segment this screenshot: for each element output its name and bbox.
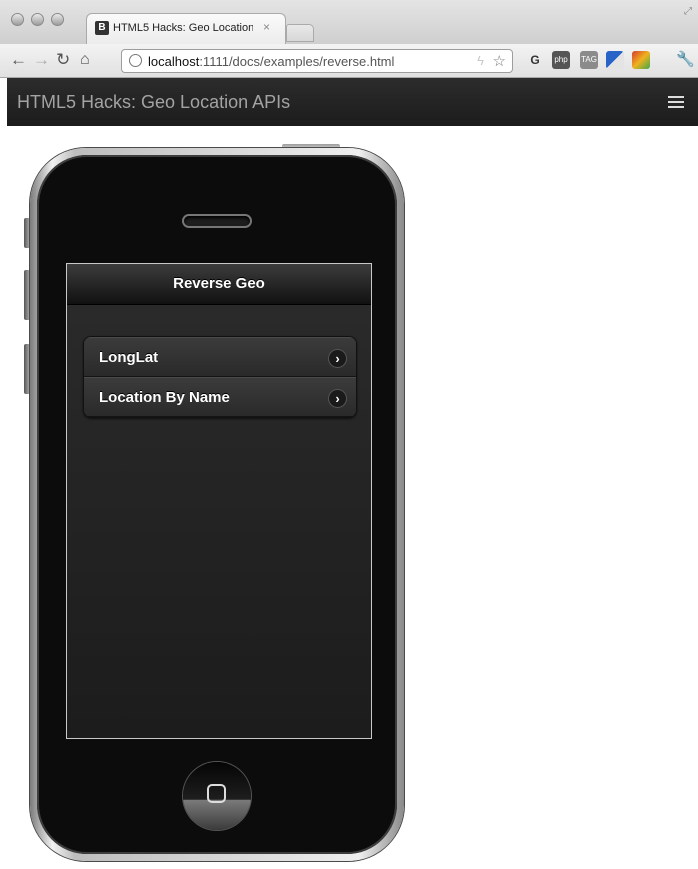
list-item-label: LongLat — [99, 349, 159, 366]
wrench-icon[interactable]: 🔧 — [676, 51, 695, 69]
fullscreen-icon[interactable]: ⤢ — [684, 6, 692, 17]
browser-tabstrip: B HTML5 Hacks: Geo Location × ⤢ — [0, 0, 698, 45]
forward-icon[interactable]: → — [33, 50, 50, 70]
phone-speaker — [184, 216, 250, 226]
google-extension-icon[interactable]: G — [526, 51, 544, 69]
chevron-right-icon: › — [329, 350, 346, 367]
close-window-button[interactable] — [11, 13, 24, 26]
chevron-right-icon: › — [329, 390, 346, 407]
browser-tab[interactable]: B HTML5 Hacks: Geo Location × — [86, 13, 286, 44]
hamburger-menu-icon[interactable] — [668, 96, 684, 108]
tab-title: HTML5 Hacks: Geo Location — [113, 22, 253, 34]
delicious-extension-icon[interactable] — [606, 51, 624, 69]
url-text[interactable]: localhost:1111/docs/examples/reverse.htm… — [148, 54, 394, 69]
phone-home-button — [183, 762, 251, 830]
star-icon[interactable]: ☆ — [493, 52, 506, 70]
page-info-icon[interactable] — [129, 54, 142, 67]
phone-screen: Reverse Geo LongLat › Location By Name › — [66, 263, 372, 739]
app-content: LongLat › Location By Name › — [67, 305, 371, 738]
menu-list: LongLat › Location By Name › — [83, 336, 357, 418]
list-item-label: Location By Name — [99, 389, 230, 406]
tab-close-icon[interactable]: × — [263, 20, 270, 34]
new-tab-button[interactable] — [286, 24, 314, 42]
list-item-location-by-name[interactable]: Location By Name › — [84, 377, 356, 417]
tag-extension-icon[interactable]: TAG — [580, 51, 598, 69]
address-bar[interactable]: localhost:1111/docs/examples/reverse.htm… — [121, 49, 513, 73]
reload-icon[interactable]: ↻ — [56, 50, 70, 70]
page-title[interactable]: HTML5 Hacks: Geo Location APIs — [17, 92, 290, 113]
home-square-icon — [207, 784, 226, 803]
app-header: Reverse Geo — [67, 264, 371, 305]
minimize-window-button[interactable] — [31, 13, 44, 26]
page-navbar: HTML5 Hacks: Geo Location APIs — [7, 78, 698, 126]
bolt-icon: ϟ — [477, 53, 484, 68]
home-icon[interactable]: ⌂ — [80, 50, 90, 70]
browser-toolbar: ← → ↻ ⌂ localhost:1111/docs/examples/rev… — [0, 44, 698, 78]
color-extension-icon[interactable] — [632, 51, 650, 69]
php-extension-icon[interactable]: php — [552, 51, 570, 69]
back-icon[interactable]: ← — [10, 50, 27, 70]
tab-favicon-icon: B — [95, 21, 109, 35]
list-item-longlat[interactable]: LongLat › — [84, 337, 356, 377]
zoom-window-button[interactable] — [51, 13, 64, 26]
